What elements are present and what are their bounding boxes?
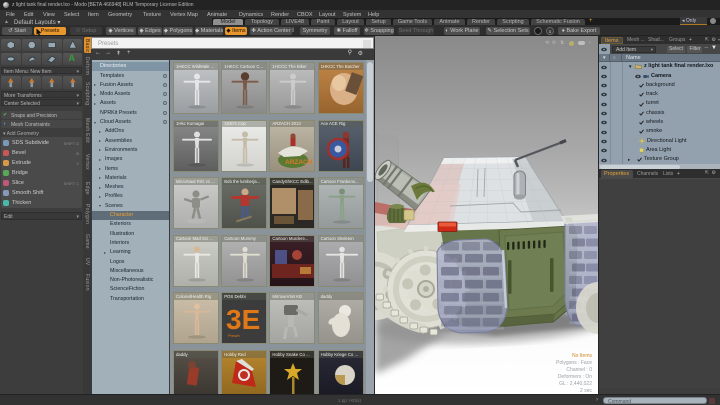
- svg-text:3E: 3E: [226, 304, 260, 335]
- svg-text:ARZACH: ARZACH: [285, 159, 313, 166]
- svg-text:Preset: Preset: [228, 333, 240, 338]
